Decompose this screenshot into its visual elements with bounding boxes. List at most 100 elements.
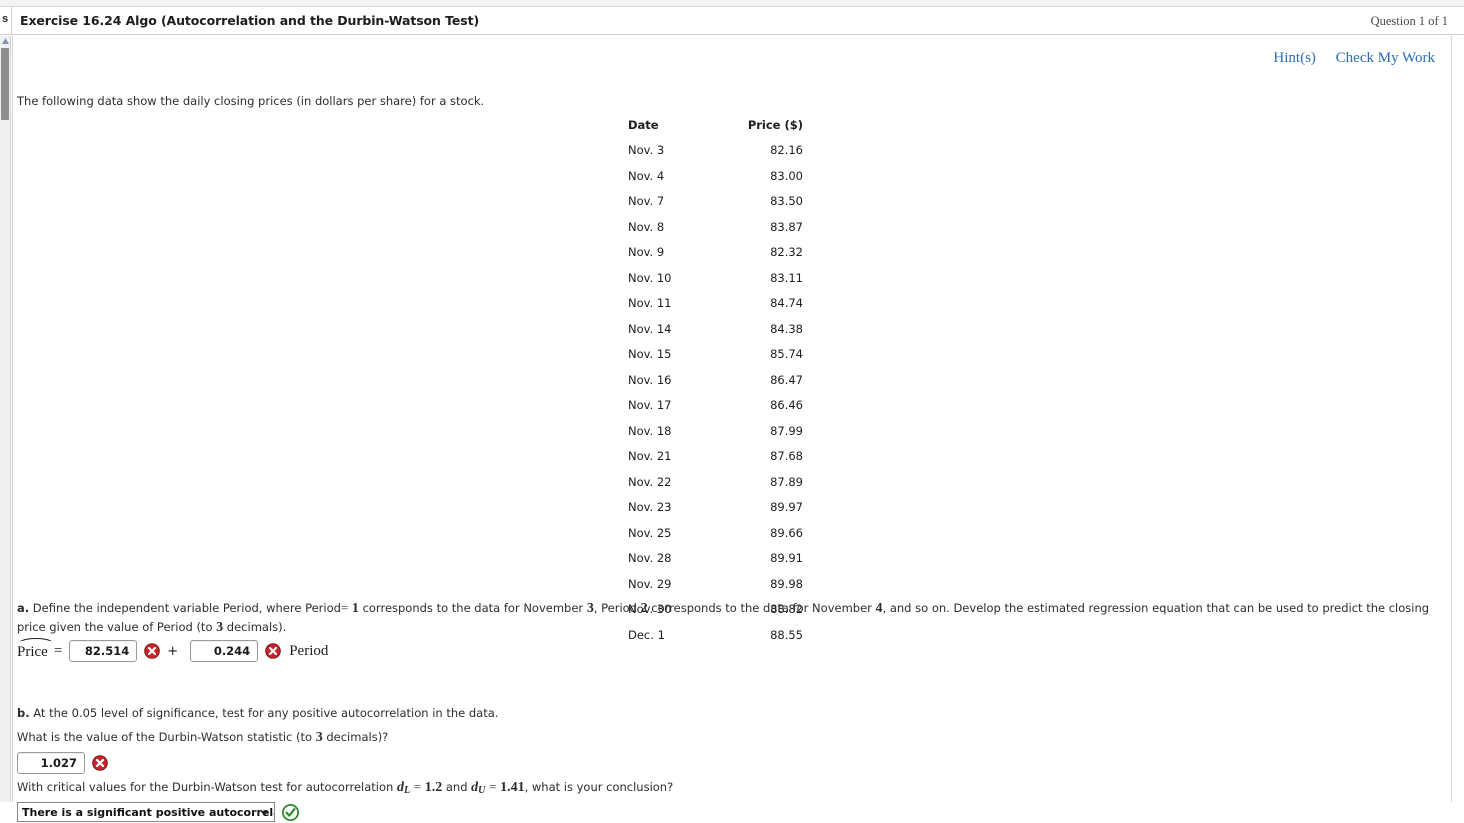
part-a-num-5: 3	[216, 620, 224, 635]
cell-date: Nov. 21	[628, 449, 672, 463]
part-a-num-4: 4	[875, 601, 883, 616]
question-content-panel: Hint(s) Check My Work The following data…	[12, 36, 1452, 822]
part-a-text-2: corresponds to the data for November	[362, 601, 584, 615]
cell-price: 83.50	[770, 194, 803, 208]
question-counter: Question 1 of 1	[1370, 14, 1448, 28]
part-a-text-1: Define the independent variable Period, …	[32, 601, 341, 615]
critical-text-2: , what is your conclusion?	[524, 780, 674, 794]
table-row: Nov. 21 87.68	[628, 449, 803, 475]
table-row: Nov. 18 87.99	[628, 424, 803, 450]
intro-text: The following data show the daily closin…	[17, 94, 485, 108]
part-a-num-1: 1	[351, 601, 359, 616]
table-row: Nov. 3 82.16	[628, 143, 803, 169]
dw-question-text-1: What is the value of the Durbin-Watson s…	[17, 730, 313, 744]
response-variable-label: Price	[17, 638, 55, 661]
incorrect-x-icon	[92, 755, 108, 771]
conclusion-answer-row: There is a significant positive autocorr…	[17, 801, 299, 823]
table-row: Nov. 28 89.91	[628, 551, 803, 577]
table-row: Nov. 14 84.38	[628, 322, 803, 348]
tool-links: Hint(s) Check My Work	[1257, 50, 1435, 67]
table-row: Nov. 8 83.87	[628, 220, 803, 246]
cell-price: 83.11	[770, 270, 803, 285]
du-equals: =	[489, 779, 497, 794]
cell-date: Nov. 16	[628, 372, 672, 387]
incorrect-x-icon	[265, 643, 282, 659]
part-b-prompt: b. At the 0.05 level of significance, te…	[17, 706, 498, 720]
table-row: Nov. 9 82.32	[628, 245, 803, 271]
check-my-work-link[interactable]: Check My Work	[1336, 50, 1435, 66]
cell-price: 84.38	[770, 321, 803, 336]
durbin-watson-question: What is the value of the Durbin-Watson s…	[17, 730, 388, 746]
cell-price: 83.87	[770, 219, 803, 234]
table-row: Nov. 17 86.46	[628, 398, 803, 424]
part-a-text-6: decimals).	[226, 620, 287, 634]
table-row: Nov. 15 85.74	[628, 347, 803, 373]
cell-date: Nov. 15	[628, 347, 672, 361]
du-value: 1.41	[500, 780, 525, 795]
part-b-label: b.	[17, 706, 30, 720]
column-header-date: Date	[628, 118, 659, 132]
scrollbar-thumb[interactable]	[1, 48, 9, 120]
cell-price: 82.16	[770, 143, 803, 157]
cell-date: Nov. 8	[628, 219, 665, 234]
equation-equals-sign: =	[53, 642, 63, 659]
part-a-text-4: corresponds to the data for November	[651, 601, 872, 615]
slope-input[interactable]: 0.244	[190, 640, 259, 662]
window-top-strip	[0, 0, 1464, 7]
intercept-input[interactable]: 82.514	[69, 640, 138, 662]
table-row: Nov. 7 83.50	[628, 194, 803, 220]
equation-plus-sign: +	[167, 643, 179, 659]
dl-subscript: L	[403, 785, 411, 796]
cell-price: 85.74	[770, 347, 803, 361]
cell-date: Nov. 22	[628, 474, 672, 489]
cell-price: 87.89	[770, 474, 803, 489]
cell-date: Nov. 9	[628, 245, 665, 259]
cell-date: Nov. 10	[628, 270, 672, 285]
scroll-up-arrow-icon[interactable]	[1, 37, 10, 47]
dl-equals: =	[413, 779, 422, 794]
cell-price: 86.46	[770, 398, 803, 412]
durbin-watson-input[interactable]: 1.027	[17, 752, 85, 774]
cell-price: 82.32	[770, 245, 803, 259]
part-a-text-3: , Period	[593, 601, 637, 615]
part-b-text: At the 0.05 level of significance, test …	[33, 706, 499, 720]
part-a-num-3: 2	[640, 601, 648, 616]
dl-value: 1.2	[424, 780, 443, 795]
cell-price: 89.91	[770, 551, 803, 565]
cell-price: 84.74	[770, 296, 803, 310]
dl-symbol: d	[396, 780, 404, 795]
table-row: Nov. 4 83.00	[628, 169, 803, 195]
cell-date: Nov. 23	[628, 500, 672, 514]
chevron-down-icon	[260, 808, 269, 817]
previous-panel-label: s	[2, 13, 9, 25]
response-variable-text: Price	[17, 644, 48, 660]
incorrect-x-icon	[144, 643, 161, 659]
table-row: Nov. 16 86.47	[628, 373, 803, 399]
cell-price: 87.68	[770, 449, 803, 463]
header-divider	[11, 7, 12, 35]
cell-date: Nov. 14	[628, 321, 672, 336]
part-a-eq-sign: =	[340, 600, 349, 615]
table-row: Nov. 23 89.97	[628, 500, 803, 526]
page-title: Exercise 16.24 Algo (Autocorrelation and…	[20, 13, 480, 28]
cell-price: 86.47	[770, 372, 803, 387]
table-row: Nov. 25 89.66	[628, 526, 803, 552]
regression-equation-row: Price = 82.514 + 0.244 Period	[17, 638, 328, 664]
critical-text-1: With critical values for the Durbin-Wats…	[17, 780, 394, 794]
cell-price: 87.99	[770, 423, 803, 438]
cell-price: 83.00	[770, 168, 803, 183]
cell-date: Nov. 18	[628, 423, 672, 438]
dw-question-text-2: decimals)?	[326, 730, 389, 744]
conclusion-selected-label: There is a significant positive autocorr…	[22, 805, 274, 819]
column-header-price: Price ($)	[747, 118, 803, 132]
part-a-label: a.	[17, 601, 30, 615]
part-a-prompt: a. Define the independent variable Perio…	[17, 598, 1449, 637]
cell-date: Nov. 7	[628, 194, 665, 208]
conclusion-select[interactable]: There is a significant positive autocorr…	[17, 802, 275, 822]
critical-values-prompt: With critical values for the Durbin-Wats…	[17, 779, 673, 796]
page-scrollbar[interactable]	[0, 36, 11, 802]
hints-link[interactable]: Hint(s)	[1273, 50, 1316, 66]
table-row: Nov. 22 87.89	[628, 475, 803, 501]
cell-date: Nov. 4	[628, 168, 665, 183]
durbin-watson-answer-row: 1.027	[17, 751, 108, 775]
